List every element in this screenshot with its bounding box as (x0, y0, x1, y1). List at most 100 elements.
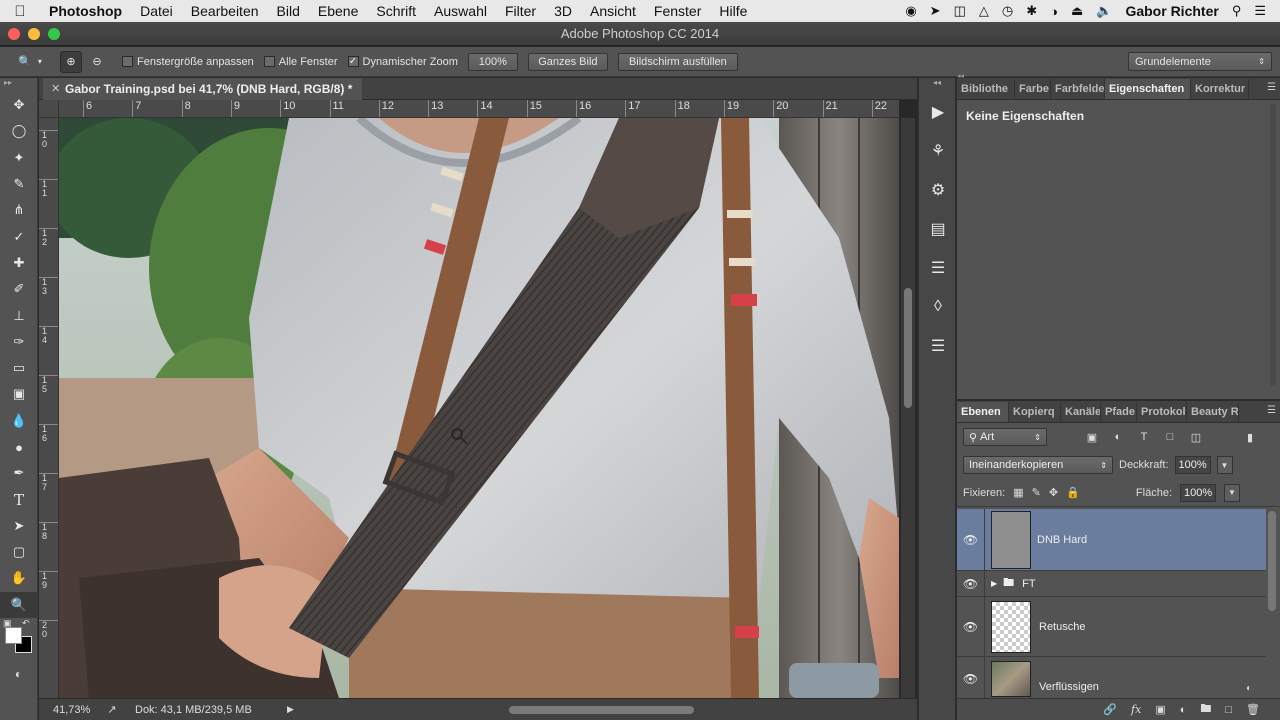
menu-datei[interactable]: Datei (131, 3, 182, 19)
fit-screen-button[interactable]: Ganzes Bild (527, 52, 608, 71)
blend-mode-select[interactable]: Ineinanderkopieren ⇕ (963, 456, 1113, 474)
brush-tool-icon[interactable]: ✐ (0, 276, 38, 302)
dodge-tool-icon[interactable]: ● (0, 434, 38, 460)
panel-grip[interactable]: ◂◂ (957, 72, 964, 80)
panel-menu-icon[interactable]: ☰ (1267, 82, 1276, 93)
zoom-out-mode-button[interactable]: ⊖ (86, 51, 108, 73)
panel-grip[interactable]: ◂◂ (919, 78, 955, 92)
3d-panel-icon[interactable]: ◊ (919, 287, 957, 326)
tab-farbfelder[interactable]: Farbfelde (1051, 79, 1105, 99)
document-tab[interactable]: ✕ Gabor Training.psd bei 41,7% (DNB Hard… (43, 78, 363, 100)
tool-presets-icon[interactable]: ⚘ (919, 131, 957, 170)
menu-schrift[interactable]: Schrift (367, 3, 425, 19)
filter-pixel-icon[interactable]: ▣ (1083, 431, 1101, 444)
visibility-eye-icon[interactable]: 👁 (957, 597, 985, 656)
tab-beauty-retouch[interactable]: Beauty R (1187, 402, 1239, 422)
blur-tool-icon[interactable]: 💧 (0, 408, 38, 434)
record-icon[interactable]: ◉ (905, 3, 916, 19)
type-tool-icon[interactable]: T (0, 486, 38, 512)
wifi-icon[interactable]: ◑ (1050, 4, 1058, 19)
workspace-select[interactable]: Grundelemente ⇕ (1128, 52, 1272, 71)
apple-menu-icon[interactable]:  (0, 3, 40, 20)
forward-icon[interactable]: ➤ (930, 3, 941, 19)
rectangle-tool-icon[interactable]: ▢ (0, 539, 38, 565)
filter-toggle-icon[interactable]: ▮ (1241, 431, 1259, 444)
tab-kopierquelle[interactable]: Kopierq (1009, 402, 1061, 422)
panel-grip[interactable]: ▸▸ (0, 78, 37, 92)
tab-protokoll[interactable]: Protokol (1137, 402, 1187, 422)
clone-stamp-tool-icon[interactable]: ⊥ (0, 302, 38, 328)
new-group-icon[interactable]: 🖿 (1200, 700, 1211, 719)
new-layer-icon[interactable]: □ (1225, 704, 1232, 716)
menu-hilfe[interactable]: Hilfe (710, 3, 756, 19)
horizontal-ruler[interactable]: 6 7 8 9 10 11 12 13 14 15 16 17 18 19 20 21 22 (59, 100, 899, 118)
move-tool-icon[interactable]: ✥ (0, 92, 38, 118)
healing-brush-tool-icon[interactable]: ✚ (0, 250, 38, 276)
visibility-eye-icon[interactable]: 👁 (957, 509, 985, 570)
layers-scrollbar[interactable] (1268, 511, 1276, 611)
zoom-window-icon[interactable] (48, 28, 60, 40)
notification-center-icon[interactable]: ☰ (1254, 3, 1266, 19)
lasso-tool-icon[interactable]: ✦ (0, 145, 38, 171)
tab-kanaele[interactable]: Kanäle (1061, 402, 1101, 422)
visibility-eye-icon[interactable]: 👁 (957, 657, 985, 699)
volume-icon[interactable]: 🔈 (1096, 3, 1112, 19)
character-panel-icon[interactable]: ▤ (919, 209, 957, 248)
eject-icon[interactable]: ⏏ (1071, 3, 1083, 19)
filter-shape-icon[interactable]: □ (1161, 431, 1179, 443)
quick-selection-tool-icon[interactable]: ✎ (0, 171, 38, 197)
menu-ansicht[interactable]: Ansicht (581, 3, 645, 19)
panel-menu-icon[interactable]: ☰ (1267, 405, 1276, 416)
foreground-color-swatch[interactable] (5, 626, 22, 644)
properties-scrollbar[interactable] (1270, 104, 1276, 386)
close-window-icon[interactable] (8, 28, 20, 40)
vertical-scroll-thumb[interactable] (904, 288, 912, 408)
time-machine-icon[interactable]: ◷ (1002, 3, 1013, 19)
swap-colors-icon[interactable]: ↶ (22, 618, 30, 629)
tab-bibliotheken[interactable]: Bibliothe (957, 79, 1015, 99)
menu-auswahl[interactable]: Auswahl (425, 3, 496, 19)
filter-type-icon[interactable]: T (1135, 431, 1153, 443)
tool-preset-picker[interactable]: 🔍 ▾ (0, 49, 60, 75)
history-brush-tool-icon[interactable]: ✑ (0, 329, 38, 355)
menu-bild[interactable]: Bild (268, 3, 309, 19)
menu-app[interactable]: Photoshop (40, 3, 131, 19)
tab-korrekturen[interactable]: Korrektur (1191, 79, 1249, 99)
add-mask-icon[interactable]: ▣ (1155, 703, 1165, 716)
share-icon[interactable]: ↗ (97, 703, 127, 716)
layer-row-ft-group[interactable]: 👁 ▶ 🖿 FT (957, 571, 1266, 597)
layer-row-dnb-hard[interactable]: 👁 DNB Hard (957, 509, 1266, 571)
menu-ebene[interactable]: Ebene (309, 3, 367, 19)
filter-adjustment-icon[interactable]: ◐ (1109, 431, 1127, 443)
status-menu-arrow-icon[interactable]: ▶ (287, 704, 317, 715)
layer-comps-icon[interactable]: ☰ (919, 326, 957, 365)
eyedropper-tool-icon[interactable]: ✓ (0, 223, 38, 249)
zoom-level[interactable]: 41,73% (39, 704, 97, 716)
opacity-input[interactable]: 100% (1174, 456, 1211, 474)
hand-tool-icon[interactable]: ✋ (0, 565, 38, 591)
adjustments-icon[interactable]: ⚙ (919, 170, 957, 209)
tab-eigenschaften[interactable]: Eigenschaften (1105, 79, 1191, 99)
spotlight-icon[interactable]: ⚲ (1232, 3, 1242, 19)
lock-position-icon[interactable]: ✥ (1049, 486, 1058, 499)
image-canvas[interactable] (59, 118, 899, 698)
menu-bearbeiten[interactable]: Bearbeiten (182, 3, 268, 19)
vertical-ruler[interactable]: 10 11 12 13 14 15 16 17 18 19 20 (39, 118, 59, 698)
tab-ebenen[interactable]: Ebenen (957, 402, 1009, 422)
menu-3d[interactable]: 3D (545, 3, 581, 19)
fill-screen-button[interactable]: Bildschirm ausfüllen (617, 52, 738, 71)
tab-farbe[interactable]: Farbe (1015, 79, 1051, 99)
adjustment-layer-icon[interactable]: ◐ (1180, 704, 1187, 716)
fit-window-checkbox[interactable]: Fenstergröße anpassen (122, 56, 254, 68)
minimize-window-icon[interactable] (28, 28, 40, 40)
crop-tool-icon[interactable]: ⋔ (0, 197, 38, 223)
bluetooth-icon[interactable]: ✱ (1026, 3, 1037, 19)
fill-input[interactable]: 100% (1180, 483, 1216, 502)
gradient-tool-icon[interactable]: ▣ (0, 381, 38, 407)
close-tab-icon[interactable]: ✕ (51, 82, 60, 95)
airplay-icon[interactable]: △ (979, 3, 989, 19)
path-selection-tool-icon[interactable]: ➤ (0, 513, 38, 539)
zoom-in-mode-button[interactable]: ⊕ (60, 50, 82, 73)
group-expand-icon[interactable]: ▶ (991, 579, 997, 588)
eraser-tool-icon[interactable]: ▭ (0, 355, 38, 381)
